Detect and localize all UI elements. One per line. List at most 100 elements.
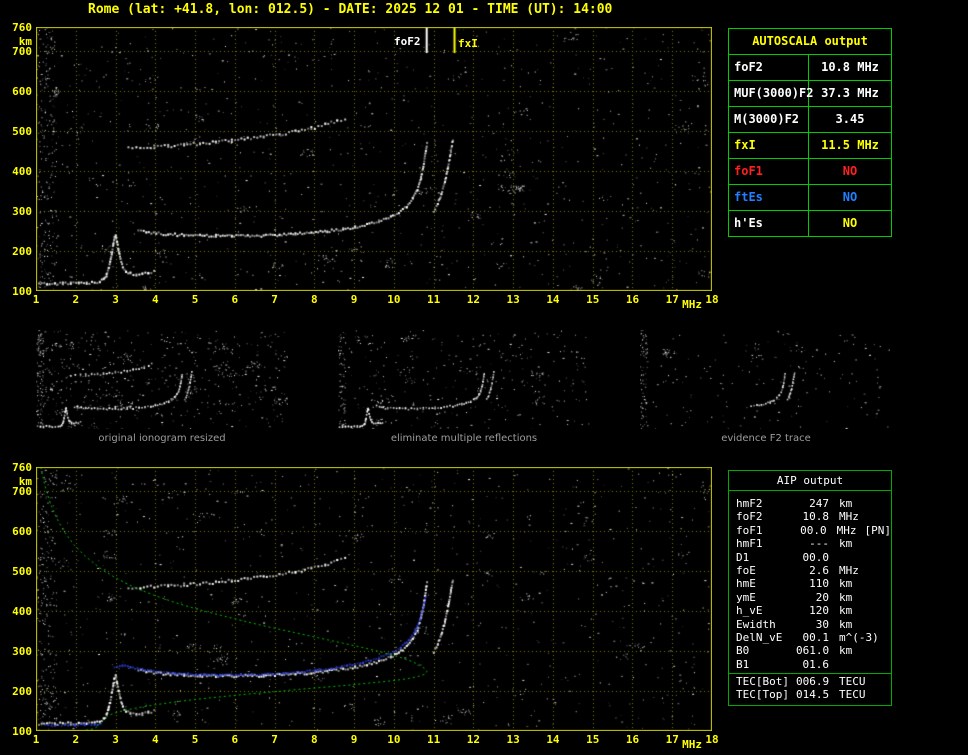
bottom-ionogram-plot — [36, 467, 712, 731]
autoscala-row-value: 37.3 MHz — [809, 81, 891, 106]
aip-row-value: 120 — [796, 604, 829, 617]
aip-row-Ewidth: Ewidth30 km — [729, 618, 891, 631]
aip-table-rows: hmF2247kmfoF210.8MHzfoF100.0MHz[PN]hmF1-… — [729, 491, 891, 671]
aip-row-DelN_vE: DelN_vE00.1m^(-3) — [729, 631, 891, 644]
y-axis-tick-label: 300 — [4, 645, 32, 658]
aip-row-value: 014.5 — [796, 688, 829, 701]
x-axis-tick-label: 10 — [384, 293, 404, 306]
autoscala-row-label: MUF(3000)F2 — [729, 81, 809, 106]
x-axis-tick-label: 2 — [66, 733, 86, 746]
aip-row-unit: km — [839, 618, 852, 631]
aip-row-unit: km — [839, 644, 852, 657]
aip-row-label: foF1 — [729, 524, 794, 537]
autoscala-row-label: h'Es — [729, 211, 809, 236]
x-axis-tick-label: 7 — [265, 293, 285, 306]
autoscala-row-foF2: foF210.8 MHz — [729, 55, 891, 81]
x-axis-unit-label: MHz — [677, 738, 707, 751]
x-axis-tick-label: 15 — [583, 733, 603, 746]
autoscala-row-label: foF2 — [729, 55, 809, 80]
x-axis-tick-label: 3 — [106, 293, 126, 306]
thumbnail-caption-evidence: evidence F2 trace — [640, 433, 892, 444]
aip-row-unit: MHz — [837, 524, 857, 537]
aip-row-label: TEC[Top] — [729, 688, 796, 701]
y-axis-tick-label: 500 — [4, 565, 32, 578]
autoscala-row-MUF(3000)F2: MUF(3000)F237.3 MHz — [729, 81, 891, 107]
aip-row-hmF2: hmF2247km — [729, 497, 891, 510]
x-axis-tick-label: 6 — [225, 293, 245, 306]
x-axis-tick-label: 1 — [26, 733, 46, 746]
x-axis-tick-label: 15 — [583, 293, 603, 306]
aip-row-foE: foE2.6MHz — [729, 564, 891, 577]
autoscala-row-label: ftEs — [729, 185, 809, 210]
x-axis-tick-label: 12 — [463, 293, 483, 306]
aip-row-unit: TECU — [839, 675, 866, 688]
aip-row-unit: km — [839, 604, 852, 617]
aip-row-label: B1 — [729, 658, 796, 671]
aip-row-value: 10.8 — [796, 510, 829, 523]
x-axis-tick-label: 16 — [622, 293, 642, 306]
x-axis-tick-label: 9 — [344, 293, 364, 306]
aip-row-foF2: foF210.8MHz — [729, 510, 891, 523]
aip-row-B0: B0061.0 km — [729, 644, 891, 657]
autoscala-row-value: NO — [809, 185, 891, 210]
x-axis-tick-label: 12 — [463, 733, 483, 746]
aip-row-value: 00.0 — [794, 524, 826, 537]
aip-row-unit: TECU — [839, 688, 866, 701]
aip-row-unit: km — [839, 591, 852, 604]
aip-row-label: DelN_vE — [729, 631, 796, 644]
autoscala-row-value: 3.45 — [809, 107, 891, 132]
y-axis-tick-label: 700 — [4, 485, 32, 498]
thumbnail-eliminate-multiples — [338, 330, 590, 429]
aip-row-TEC[Top]: TEC[Top]014.5 TECU — [729, 688, 891, 701]
aip-row-label: ymE — [729, 591, 796, 604]
fof2-marker-label: foF2 — [394, 35, 421, 48]
y-axis-tick-label: 600 — [4, 85, 32, 98]
aip-row-label: TEC[Bot] — [729, 675, 796, 688]
aip-row-unit: m^(-3) — [839, 631, 879, 644]
x-axis-tick-label: 4 — [145, 733, 165, 746]
aip-row-label: hmE — [729, 577, 796, 590]
fxi-marker-label: fxI — [458, 37, 478, 50]
aip-row-label: foE — [729, 564, 796, 577]
thumbnail-caption-eliminate: eliminate multiple reflections — [338, 433, 590, 444]
aip-row-hmF1: hmF1---km — [729, 537, 891, 550]
x-axis-tick-label: 11 — [424, 293, 444, 306]
thumbnail-original-ionogram — [36, 330, 288, 429]
aip-row-ymE: ymE20km — [729, 591, 891, 604]
aip-row-value: 30 — [796, 618, 829, 631]
autoscala-table-header: AUTOSCALA output — [729, 29, 891, 55]
aip-row-value: 061.0 — [796, 644, 829, 657]
autoscala-row-label: fxI — [729, 133, 809, 158]
x-axis-tick-label: 2 — [66, 293, 86, 306]
aip-row-unit: km — [839, 577, 852, 590]
aip-row-label: B0 — [729, 644, 796, 657]
autoscala-screen: Rome (lat: +41.8, lon: 012.5) - DATE: 20… — [0, 0, 968, 755]
aip-row-value: 00.0 — [796, 551, 829, 564]
x-axis-tick-label: 14 — [543, 733, 563, 746]
x-axis-tick-label: 11 — [424, 733, 444, 746]
y-axis-tick-label: 760 — [4, 21, 32, 34]
x-axis-tick-label: 14 — [543, 293, 563, 306]
x-axis-tick-label: 8 — [304, 733, 324, 746]
x-axis-tick-label: 5 — [185, 293, 205, 306]
aip-row-value: --- — [796, 537, 829, 550]
y-axis-tick-label: 300 — [4, 205, 32, 218]
x-axis-tick-label: 13 — [503, 733, 523, 746]
aip-table-header: AIP output — [729, 471, 891, 491]
aip-row-label: Ewidth — [729, 618, 796, 631]
autoscala-row-value: 11.5 MHz — [809, 133, 891, 158]
aip-row-note: [PN] — [865, 524, 892, 537]
y-axis-tick-label: 600 — [4, 525, 32, 538]
thumbnail-caption-original: original ionogram resized — [36, 433, 288, 444]
x-axis-tick-label: 1 — [26, 293, 46, 306]
aip-row-unit: MHz — [839, 564, 859, 577]
aip-output-table: AIP output hmF2247kmfoF210.8MHzfoF100.0M… — [728, 470, 892, 706]
aip-row-value: 247 — [796, 497, 829, 510]
x-axis-tick-label: 9 — [344, 733, 364, 746]
aip-row-label: D1 — [729, 551, 796, 564]
autoscala-row-label: foF1 — [729, 159, 809, 184]
aip-row-value: 006.9 — [796, 675, 829, 688]
autoscala-row-value: 10.8 MHz — [809, 55, 891, 80]
aip-row-value: 01.6 — [796, 658, 829, 671]
aip-row-foF1: foF100.0 MHz [PN] — [729, 524, 891, 537]
